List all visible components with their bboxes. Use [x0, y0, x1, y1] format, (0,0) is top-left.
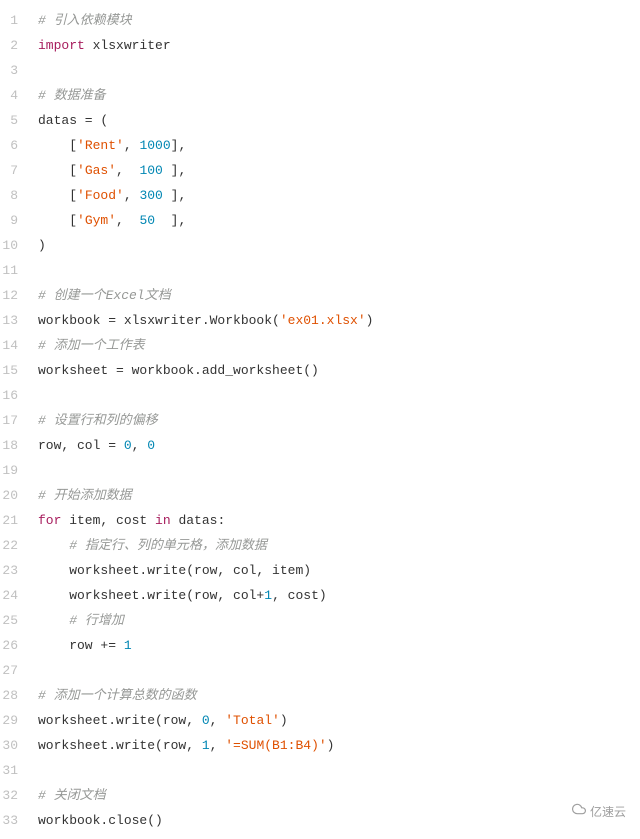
code-line: for item, cost in datas:	[38, 508, 640, 533]
code-line: worksheet.write(row, col, item)	[38, 558, 640, 583]
code-content[interactable]: # 引入依赖模块import xlsxwriter # 数据准备datas = (…	[30, 8, 640, 833]
code-line: # 开始添加数据	[38, 483, 640, 508]
line-number: 32	[0, 783, 18, 808]
line-number: 10	[0, 233, 18, 258]
code-line: # 添加一个计算总数的函数	[38, 683, 640, 708]
line-number: 15	[0, 358, 18, 383]
line-number: 3	[0, 58, 18, 83]
code-line	[38, 258, 640, 283]
code-line: import xlsxwriter	[38, 33, 640, 58]
cloud-icon	[572, 800, 586, 825]
line-number: 18	[0, 433, 18, 458]
code-line: workbook = xlsxwriter.Workbook('ex01.xls…	[38, 308, 640, 333]
watermark-text: 亿速云	[590, 800, 626, 825]
line-number: 28	[0, 683, 18, 708]
code-line	[38, 658, 640, 683]
code-line: worksheet.write(row, 1, '=SUM(B1:B4)')	[38, 733, 640, 758]
code-line	[38, 458, 640, 483]
line-number: 30	[0, 733, 18, 758]
code-line	[38, 758, 640, 783]
code-line: # 创建一个Excel文档	[38, 283, 640, 308]
code-line: # 关闭文档	[38, 783, 640, 808]
code-line: workbook.close()	[38, 808, 640, 833]
line-number: 23	[0, 558, 18, 583]
line-number: 2	[0, 33, 18, 58]
line-number: 24	[0, 583, 18, 608]
line-number: 6	[0, 133, 18, 158]
line-number: 13	[0, 308, 18, 333]
line-number: 17	[0, 408, 18, 433]
line-number: 11	[0, 258, 18, 283]
code-line	[38, 58, 640, 83]
line-number: 27	[0, 658, 18, 683]
line-number: 12	[0, 283, 18, 308]
code-line: )	[38, 233, 640, 258]
code-line: worksheet.write(row, 0, 'Total')	[38, 708, 640, 733]
code-line: ['Gas', 100 ],	[38, 158, 640, 183]
line-number: 22	[0, 533, 18, 558]
code-line: # 添加一个工作表	[38, 333, 640, 358]
code-line: row += 1	[38, 633, 640, 658]
code-line: worksheet = workbook.add_worksheet()	[38, 358, 640, 383]
line-number: 9	[0, 208, 18, 233]
code-line: # 指定行、列的单元格，添加数据	[38, 533, 640, 558]
code-line: datas = (	[38, 108, 640, 133]
line-number: 5	[0, 108, 18, 133]
code-line	[38, 383, 640, 408]
line-number: 26	[0, 633, 18, 658]
code-line: # 行增加	[38, 608, 640, 633]
code-line: row, col = 0, 0	[38, 433, 640, 458]
code-viewer: 1234567891011121314151617181920212223242…	[0, 0, 640, 833]
code-line: # 设置行和列的偏移	[38, 408, 640, 433]
code-line: ['Food', 300 ],	[38, 183, 640, 208]
code-line: ['Gym', 50 ],	[38, 208, 640, 233]
line-number: 16	[0, 383, 18, 408]
line-number: 25	[0, 608, 18, 633]
code-line: ['Rent', 1000],	[38, 133, 640, 158]
line-number: 1	[0, 8, 18, 33]
code-line: worksheet.write(row, col+1, cost)	[38, 583, 640, 608]
line-number: 31	[0, 758, 18, 783]
line-number: 19	[0, 458, 18, 483]
line-number: 29	[0, 708, 18, 733]
line-number: 4	[0, 83, 18, 108]
line-number: 8	[0, 183, 18, 208]
watermark: 亿速云	[564, 798, 634, 827]
line-number-gutter: 1234567891011121314151617181920212223242…	[0, 8, 30, 833]
line-number: 21	[0, 508, 18, 533]
code-line: # 数据准备	[38, 83, 640, 108]
line-number: 33	[0, 808, 18, 833]
code-line: # 引入依赖模块	[38, 8, 640, 33]
line-number: 20	[0, 483, 18, 508]
line-number: 7	[0, 158, 18, 183]
line-number: 14	[0, 333, 18, 358]
